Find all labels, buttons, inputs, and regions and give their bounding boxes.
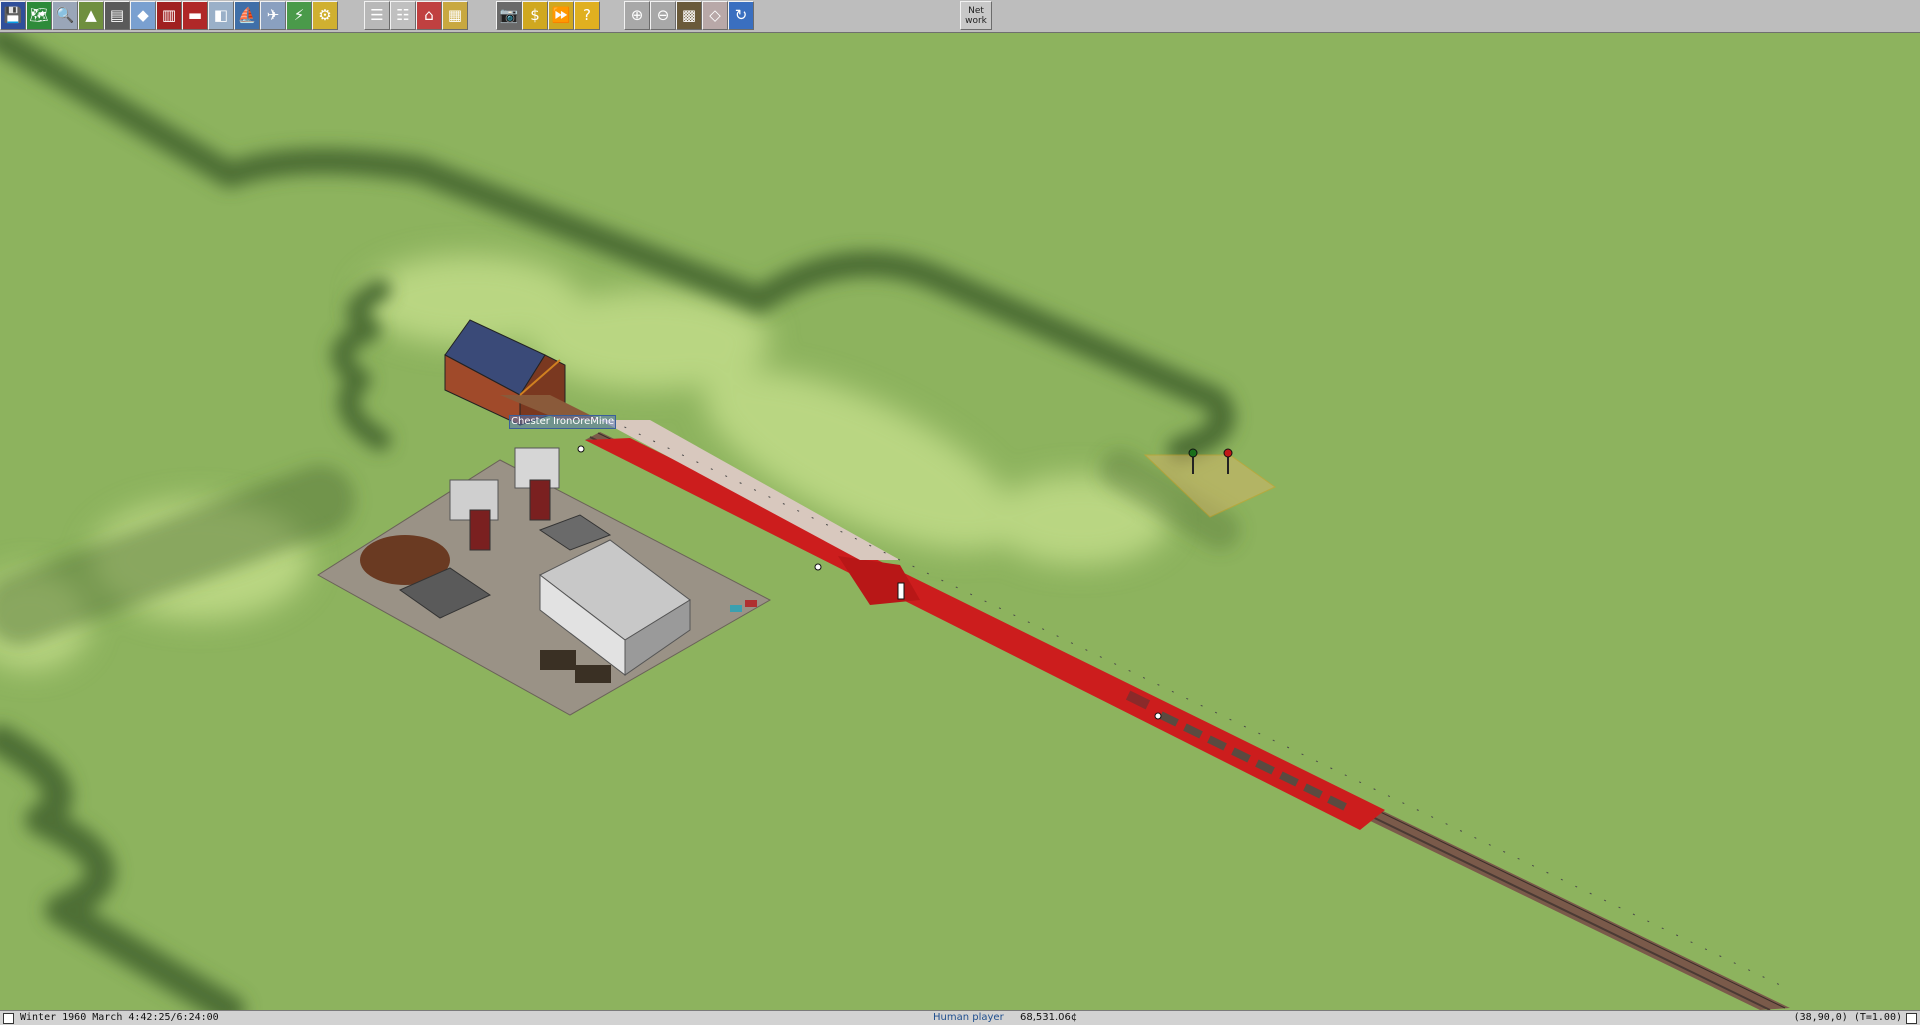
zoom-out-icon: ⊖ [656,6,670,24]
player-name[interactable]: Human player [933,1011,1004,1024]
zoom-out-button[interactable]: ⊖ [650,1,676,30]
network-button-label: work [965,15,987,26]
network-button[interactable]: Net work [960,1,992,30]
power-lines-icon: ⚡ [293,6,305,24]
season-icon [3,1013,14,1024]
help-icon: ? [583,6,591,24]
map-overview-icon: 🗺 [29,6,49,24]
date-time-readout: Winter 1960 March 4:42:25/6:24:00 [20,1012,219,1023]
monorail-tools-button[interactable]: ◆ [130,1,156,30]
rotate-view-icon: ↻ [734,6,748,24]
list-tool-button[interactable]: ☰ [364,1,390,30]
aircraft-button[interactable]: ✈ [260,1,286,30]
ships-button[interactable]: ⛵ [234,1,260,30]
money-readout: 68,531.06¢ [1020,1012,1078,1023]
monorail-tools-icon: ◆ [137,6,149,24]
finance-button[interactable]: $ [522,1,548,30]
magnifier-query-icon: 🔍 [55,6,75,24]
screenshot-button[interactable]: 📷 [496,1,522,30]
schedule-button[interactable]: ☷ [390,1,416,30]
grid-toggle-button[interactable]: ▩ [676,1,702,30]
terrain-tools-icon: ▲ [85,6,97,24]
screenshot-icon: 📷 [499,6,519,24]
depot-list-icon: ⌂ [424,6,434,24]
factory-name-label[interactable]: Chester IronOreMine [509,415,617,429]
special-tools-button[interactable]: ⚙ [312,1,338,30]
rail-tools-icon: ▤ [109,6,125,24]
schedule-icon: ☷ [396,6,410,24]
terrain-tools-button[interactable]: ▲ [78,1,104,30]
underground-view-icon: ◇ [709,6,721,24]
tram-tools-icon: ▥ [161,6,177,24]
road-vehicles-icon: ▬ [187,6,203,24]
game-map-viewport[interactable]: Chester IronOreMine [0,27,1920,1025]
rotate-view-button[interactable]: ↻ [728,1,754,30]
depot-list-button[interactable]: ⌂ [416,1,442,30]
save-icon: 💾 [3,6,23,24]
status-bar: Winter 1960 March 4:42:25/6:24:00 Human … [0,1010,1920,1025]
fast-forward-icon: ⏩ [551,6,571,24]
tram-tools-button[interactable]: ▥ [156,1,182,30]
ships-icon: ⛵ [237,6,257,24]
grid-toggle-icon: ▩ [681,6,697,24]
network-status-icon [1906,1013,1917,1024]
special-tools-icon: ⚙ [318,6,332,24]
main-toolbar: 💾 🗺 🔍 ▲ ▤ ◆ ▥ ▬ ◧ ⛵ ✈ ⚡ ⚙ ☰ ☷ ⌂ ▦ 📷 $ ⏩? ⊕ ⊖ ▩ ◇ ↻ Net work [0,0,1920,33]
trucks-button[interactable]: ◧ [208,1,234,30]
coordinate-readout: (38,90,0) (T=1.00) [1793,1012,1902,1023]
fast-forward-button[interactable]: ⏩ [548,1,574,30]
map-overview-button[interactable]: 🗺 [26,1,52,30]
power-lines-button[interactable]: ⚡ [286,1,312,30]
zoom-in-icon: ⊕ [630,6,644,24]
underground-view-button[interactable]: ◇ [702,1,728,30]
rail-tools-button[interactable]: ▤ [104,1,130,30]
aircraft-icon: ✈ [266,6,280,24]
list-tool-icon: ☰ [370,6,384,24]
trucks-icon: ◧ [213,6,229,24]
help-button[interactable]: ? [574,1,600,30]
save-button[interactable]: 💾 [0,1,26,30]
zoom-in-button[interactable]: ⊕ [624,1,650,30]
halt-list-icon: ▦ [447,6,463,24]
map-canvas [0,27,1920,1025]
finance-icon: $ [530,6,540,24]
network-button-label: Net [968,5,984,16]
road-vehicles-button[interactable]: ▬ [182,1,208,30]
halt-list-button[interactable]: ▦ [442,1,468,30]
magnifier-query-button[interactable]: 🔍 [52,1,78,30]
